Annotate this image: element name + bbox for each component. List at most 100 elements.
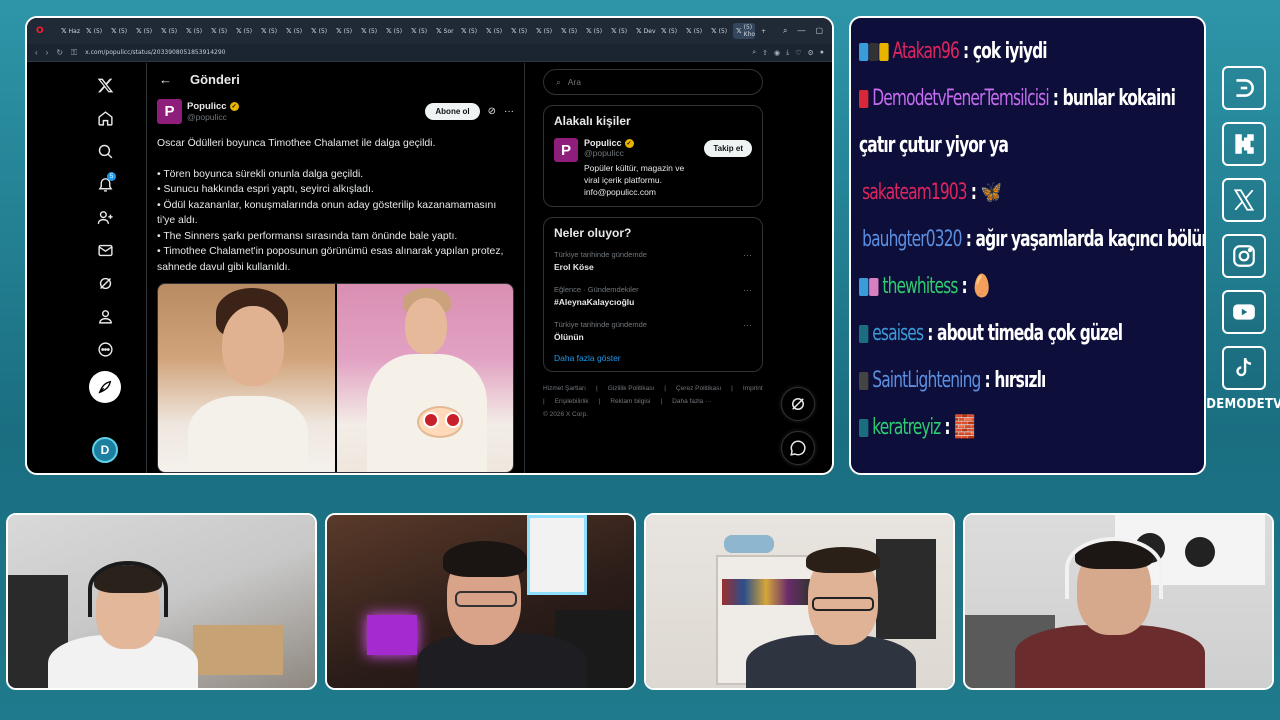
browser-tab[interactable]: 𝕏 (5) — [608, 23, 630, 39]
author-avatar[interactable]: P — [157, 99, 182, 124]
chat-username[interactable]: sakateam1903 — [862, 180, 968, 205]
chat-username[interactable]: DemodetvFenerTemsilcisi — [872, 86, 1049, 111]
chat-username[interactable]: thewhitess — [882, 274, 958, 299]
messages-icon[interactable] — [88, 234, 122, 267]
browser-tab[interactable]: 𝕏 (5) — [458, 23, 480, 39]
explore-icon[interactable] — [88, 135, 122, 168]
trend-item[interactable]: Eğlence · Gündemdekiler #AleynaKalaycıoğl… — [554, 285, 752, 307]
footer-link[interactable]: Çerez Politikası — [676, 382, 721, 395]
footer-separator: | — [598, 398, 601, 405]
browser-tab[interactable]: 𝕏 (5) — [683, 23, 705, 39]
compose-post-button[interactable] — [89, 371, 121, 403]
browser-tab[interactable]: 𝕏 Sor — [433, 23, 455, 39]
download-icon[interactable]: ⤓ — [786, 49, 789, 57]
maximize-button[interactable]: ▢ — [815, 26, 823, 36]
grok-action-icon[interactable]: ⊘ — [488, 106, 496, 117]
browser-tab[interactable]: 𝕏 (5) Kho — [733, 23, 755, 39]
media-photo-right[interactable] — [336, 284, 513, 472]
browser-tab[interactable]: 𝕏 (5) — [383, 23, 405, 39]
x-logo-icon[interactable] — [88, 69, 122, 102]
follow-button[interactable]: Takip et — [704, 140, 752, 157]
demode-icon — [1222, 66, 1266, 110]
messages-float-button[interactable] — [781, 431, 815, 465]
browser-tab[interactable]: 𝕏 (5) — [133, 23, 155, 39]
trend-item[interactable]: Türkiye tarihinde gündemde Erol Köse ··· — [554, 250, 752, 272]
chat-username[interactable]: esaises — [872, 321, 924, 346]
follow-icon[interactable] — [88, 201, 122, 234]
browser-tab[interactable]: 𝕏 Dev — [633, 23, 656, 39]
browser-tab[interactable]: 𝕏 (5) — [258, 23, 280, 39]
browser-tab[interactable]: 𝕏 (5) — [283, 23, 305, 39]
tweet-media[interactable] — [157, 283, 514, 473]
chat-username[interactable]: SaintLightening — [872, 368, 981, 393]
browser-tab[interactable]: 𝕏 Haz — [58, 23, 80, 39]
footer-link[interactable]: Erişilebilirlik — [555, 395, 589, 408]
browser-tab[interactable]: 𝕏 (5) — [308, 23, 330, 39]
footer-link[interactable]: Imprint — [743, 382, 763, 395]
zoom-icon[interactable]: ⌕ — [752, 49, 756, 57]
opera-menu-button[interactable]: O — [33, 23, 55, 39]
browser-tab[interactable]: 𝕏 (5) — [708, 23, 730, 39]
footer-link[interactable]: Daha fazla ··· — [672, 395, 711, 408]
browser-tab[interactable]: 𝕏 (5) — [483, 23, 505, 39]
browser-tab[interactable]: 𝕏 (5) — [533, 23, 555, 39]
forward-icon[interactable]: › — [46, 48, 49, 58]
browser-tab[interactable]: 𝕏 (5) — [233, 23, 255, 39]
close-window-button[interactable]: ✕ — [833, 26, 834, 36]
new-tab-button[interactable]: + — [758, 23, 780, 39]
bookmark-icon[interactable]: ♡ — [795, 49, 801, 57]
chat-username[interactable]: Atakan96 — [893, 39, 960, 64]
more-icon[interactable]: ··· — [504, 106, 514, 117]
browser-tab[interactable]: 𝕏 (5) — [508, 23, 530, 39]
browser-tab[interactable]: 𝕏 (5) — [208, 23, 230, 39]
browser-tab[interactable]: 𝕏 (5) — [83, 23, 105, 39]
back-arrow-icon[interactable]: ← — [159, 72, 172, 87]
account-avatar[interactable]: D — [92, 437, 118, 463]
share-icon[interactable]: ⇪ — [762, 49, 768, 57]
chat-username[interactable]: keratreyiz — [872, 415, 941, 440]
subscribe-button[interactable]: Abone ol — [425, 103, 480, 120]
browser-tab[interactable]: 𝕏 (5) — [583, 23, 605, 39]
trend-item[interactable]: Türkiye tarihinde gündemde Ölünün ··· — [554, 320, 752, 342]
trend-more-icon[interactable]: ··· — [743, 250, 752, 272]
browser-tab[interactable]: 𝕏 (5) — [333, 23, 355, 39]
footer-link[interactable]: Gizlilik Politikası — [608, 382, 655, 395]
browser-tab[interactable]: 𝕏 (5) — [108, 23, 130, 39]
tab-favicon-icon: 𝕏 — [236, 27, 242, 35]
related-person[interactable]: P Populicc ✓ @populicc Popüler kültür, m… — [554, 138, 752, 198]
browser-tab[interactable]: 𝕏 (5) — [158, 23, 180, 39]
trend-more-icon[interactable]: ··· — [743, 285, 752, 307]
grok-float-button[interactable] — [781, 387, 815, 421]
related-avatar[interactable]: P — [554, 138, 578, 162]
footer-link[interactable]: Hizmet Şartları — [543, 382, 586, 395]
notifications-icon[interactable]: 5 — [88, 168, 122, 201]
footer-link[interactable]: Reklam bilgisi — [610, 395, 650, 408]
grok-icon[interactable] — [88, 267, 122, 300]
browser-tab[interactable]: 𝕏 (5) — [358, 23, 380, 39]
browser-tab[interactable]: 𝕏 (5) — [658, 23, 680, 39]
chat-username[interactable]: bauhgter0320 — [862, 227, 962, 252]
reload-icon[interactable]: ↻ — [56, 48, 63, 58]
media-photo-left[interactable] — [158, 284, 335, 472]
footer-link[interactable]: © 2026 X Corp. — [543, 408, 588, 421]
browser-tab[interactable]: 𝕏 (5) — [558, 23, 580, 39]
extension-icon[interactable]: ⚙ — [807, 49, 813, 57]
show-more-link[interactable]: Daha fazla göster — [554, 353, 752, 363]
home-icon[interactable] — [88, 102, 122, 135]
tweet-author: P Populicc ✓ @populicc Abone ol ⊘ ··· — [157, 99, 514, 124]
url-text[interactable]: x.com/populicc/status/203390805185391429… — [85, 49, 744, 56]
profile-nav-icon[interactable] — [88, 300, 122, 333]
author-name-row[interactable]: Populicc ✓ — [187, 101, 239, 112]
minimize-button[interactable]: — — [797, 26, 805, 36]
lock-icon[interactable]: ⚿ — [71, 48, 77, 58]
trend-more-icon[interactable]: ··· — [743, 320, 752, 342]
back-icon[interactable]: ‹ — [35, 48, 38, 58]
browser-tab[interactable]: 𝕏 (5) — [408, 23, 430, 39]
author-handle[interactable]: @populicc — [187, 112, 239, 122]
search-tabs-icon[interactable]: ⌕ — [783, 26, 787, 36]
browser-tab[interactable]: 𝕏 (5) — [183, 23, 205, 39]
profile-icon[interactable]: ● — [820, 49, 824, 57]
more-options-icon[interactable] — [88, 333, 122, 366]
search-input[interactable]: ⌕ Ara — [543, 69, 763, 95]
camera-icon[interactable]: ◉ — [774, 49, 780, 57]
